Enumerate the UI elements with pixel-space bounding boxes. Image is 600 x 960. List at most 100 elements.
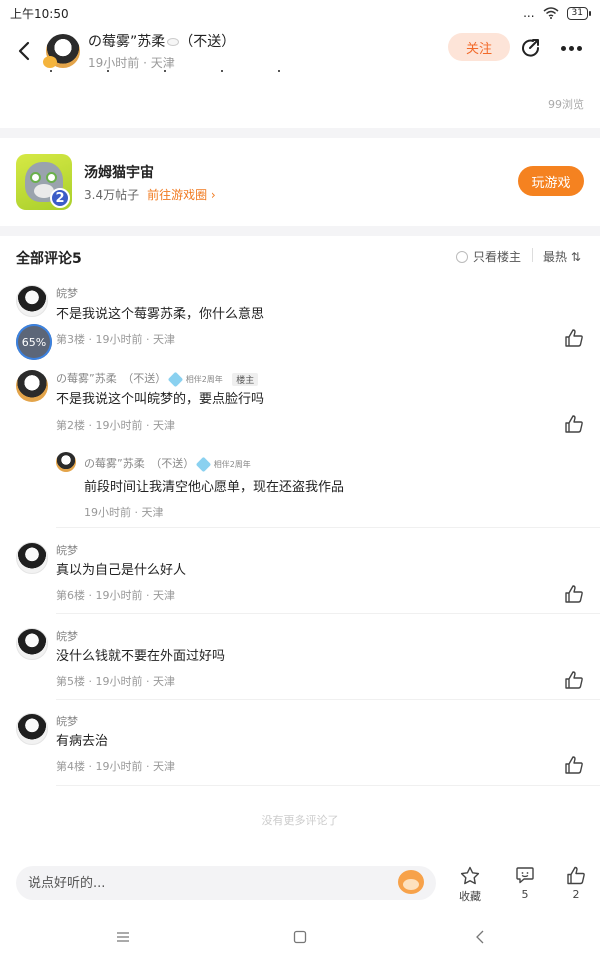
game-number-badge: 2 bbox=[50, 188, 70, 208]
system-nav-bar bbox=[0, 915, 600, 960]
game-circle-link[interactable]: 前往游戏圈 › bbox=[147, 186, 216, 203]
no-more-comments: 没有更多评论了 bbox=[261, 814, 339, 827]
like-icon[interactable] bbox=[564, 585, 584, 603]
status-icons: ... 31 bbox=[523, 6, 592, 20]
game-post-count: 3.4万帖子 bbox=[84, 188, 140, 202]
like-icon[interactable] bbox=[564, 671, 584, 689]
only-host-label: 只看楼主 bbox=[473, 250, 522, 264]
game-subtitle: 3.4万帖子 前往游戏圈 › bbox=[84, 186, 216, 203]
comment-text[interactable]: 不是我说这个叫皖梦的，要点脸行吗 bbox=[56, 388, 264, 407]
comment-count: 5 bbox=[521, 888, 529, 901]
emoji-icon bbox=[167, 38, 180, 46]
like-post-button[interactable]: 2 bbox=[556, 866, 596, 904]
comment-text[interactable]: 真以为自己是什么好人 bbox=[56, 559, 186, 578]
like-icon[interactable] bbox=[564, 415, 584, 433]
host-tag: 楼主 bbox=[232, 372, 259, 386]
comment-item: の莓雾”苏柔 （不送） 相伴2周年 楼主 不是我说这个叫皖梦的，要点脸行吗 第2… bbox=[0, 368, 600, 438]
comment-bubble-icon bbox=[516, 867, 534, 884]
comment-author[interactable]: 皖梦 bbox=[56, 542, 78, 558]
author-suffix: （不送） bbox=[179, 34, 236, 50]
diamond-icon bbox=[167, 371, 183, 387]
comment-item: 皖梦 不是我说这个莓雾苏柔，你什么意思 第3楼 · 19小时前 · 天津 bbox=[0, 282, 600, 352]
wifi-icon bbox=[543, 7, 559, 19]
back-button[interactable] bbox=[2, 29, 46, 73]
signal-dots: ... bbox=[523, 6, 535, 20]
comment-meta: 第5楼 · 19小时前 · 天津 bbox=[56, 675, 175, 688]
reply-text[interactable]: 前段时间让我清空他心愿单，现在还盗我作品 bbox=[84, 476, 344, 495]
follow-button[interactable]: 关注 bbox=[448, 33, 510, 61]
comment-author-row[interactable]: の莓雾”苏柔 （不送） 相伴2周年 楼主 bbox=[56, 370, 259, 387]
more-options-button[interactable] bbox=[556, 34, 586, 62]
comment-author[interactable]: 皖梦 bbox=[56, 628, 78, 644]
post-header: の莓雾”苏柔 （不送） 19小时前 · 天津 关注 bbox=[0, 26, 600, 76]
comment-text[interactable]: 有病去治 bbox=[56, 730, 108, 749]
comment-meta: 第4楼 · 19小时前 · 天津 bbox=[56, 760, 175, 773]
share-button[interactable] bbox=[517, 34, 545, 62]
game-icon[interactable]: 2 bbox=[16, 154, 72, 210]
play-game-button[interactable]: 玩游戏 bbox=[518, 166, 584, 196]
avatar[interactable] bbox=[16, 628, 48, 660]
comment-meta: 第6楼 · 19小时前 · 天津 bbox=[56, 589, 175, 602]
home-nav-button[interactable] bbox=[288, 927, 312, 947]
like-icon[interactable] bbox=[564, 329, 584, 347]
comment-item: 皖梦 没什么钱就不要在外面过好吗 第5楼 · 19小时前 · 天津 bbox=[0, 626, 600, 696]
avatar[interactable] bbox=[16, 285, 48, 317]
author-name-row[interactable]: の莓雾”苏柔 （不送） bbox=[88, 31, 235, 51]
anniversary-badge: 相伴2周年 bbox=[195, 456, 251, 472]
comment-meta: 第3楼 · 19小时前 · 天津 bbox=[56, 333, 175, 346]
sort-toggle[interactable]: 最热 ⇅ bbox=[543, 248, 581, 265]
reply-author: の莓雾”苏柔 （不送） bbox=[84, 457, 195, 470]
chevron-left-icon bbox=[476, 930, 484, 944]
comment-author[interactable]: 皖梦 bbox=[56, 713, 78, 729]
game-title: 汤姆猫宇宙 bbox=[84, 165, 154, 181]
progress-badge[interactable]: 65% bbox=[16, 324, 52, 360]
anniversary-badge: 相伴2周年 bbox=[167, 371, 223, 387]
game-card[interactable]: 2 汤姆猫宇宙 3.4万帖子 前往游戏圈 › 玩游戏 bbox=[0, 140, 600, 224]
view-count: 99浏览 bbox=[548, 98, 584, 111]
like-count: 2 bbox=[572, 888, 580, 901]
reply-item: の莓雾”苏柔 （不送） 相伴2周年 前段时间让我清空他心愿单，现在还盗我作品 1… bbox=[0, 452, 600, 522]
comments-title: 全部评论5 bbox=[16, 251, 82, 267]
divider bbox=[56, 613, 600, 614]
comment-input[interactable] bbox=[16, 866, 436, 900]
comment-text[interactable]: 没什么钱就不要在外面过好吗 bbox=[56, 645, 225, 664]
dot-icon bbox=[568, 45, 574, 51]
menu-nav-button[interactable] bbox=[111, 927, 135, 947]
back-nav-button[interactable] bbox=[468, 927, 492, 947]
share-icon bbox=[522, 39, 540, 57]
square-icon bbox=[293, 930, 307, 944]
favorite-button[interactable]: 收藏 bbox=[450, 866, 490, 904]
comment-text[interactable]: 不是我说这个莓雾苏柔，你什么意思 bbox=[56, 303, 264, 322]
status-time: 上午10:50 bbox=[10, 6, 69, 21]
avatar[interactable] bbox=[16, 542, 48, 574]
avatar[interactable] bbox=[16, 713, 48, 745]
author-meta: 19小时前 · 天津 bbox=[88, 56, 175, 70]
divider bbox=[56, 527, 600, 528]
section-divider bbox=[0, 128, 600, 138]
author-avatar[interactable] bbox=[43, 34, 80, 68]
comment-meta: 第2楼 · 19小时前 · 天津 bbox=[56, 419, 175, 432]
mascot-emoji-icon[interactable] bbox=[398, 870, 424, 894]
avatar[interactable] bbox=[56, 452, 76, 472]
divider bbox=[56, 785, 600, 786]
reply-author-row[interactable]: の莓雾”苏柔 （不送） 相伴2周年 bbox=[84, 455, 251, 472]
like-icon[interactable] bbox=[564, 756, 584, 774]
only-host-toggle[interactable]: 只看楼主 bbox=[456, 248, 521, 265]
avatar[interactable] bbox=[16, 370, 48, 402]
comments-header: 全部评论5 只看楼主 最热 ⇅ bbox=[0, 240, 600, 272]
author-name: の莓雾”苏柔 bbox=[88, 34, 166, 50]
status-bar: 上午10:50 ... 31 bbox=[0, 0, 600, 26]
comment-author[interactable]: 皖梦 bbox=[56, 285, 78, 301]
battery-icon: 31 bbox=[566, 6, 592, 20]
divider bbox=[56, 699, 600, 700]
author-info: の莓雾”苏柔 （不送） 19小时前 · 天津 bbox=[88, 31, 235, 71]
truncated-content bbox=[50, 70, 280, 74]
comment-item: 皖梦 真以为自己是什么好人 第6楼 · 19小时前 · 天津 bbox=[0, 540, 600, 610]
thumbs-up-icon bbox=[567, 866, 585, 885]
menu-icon bbox=[117, 932, 129, 942]
comment-item: 皖梦 有病去治 第4楼 · 19小时前 · 天津 bbox=[0, 711, 600, 781]
dot-icon bbox=[576, 45, 582, 51]
comment-count-button[interactable]: 5 bbox=[505, 866, 545, 904]
bottom-bar: 收藏 5 2 bbox=[0, 860, 600, 910]
reply-meta: 19小时前 · 天津 bbox=[84, 506, 164, 519]
